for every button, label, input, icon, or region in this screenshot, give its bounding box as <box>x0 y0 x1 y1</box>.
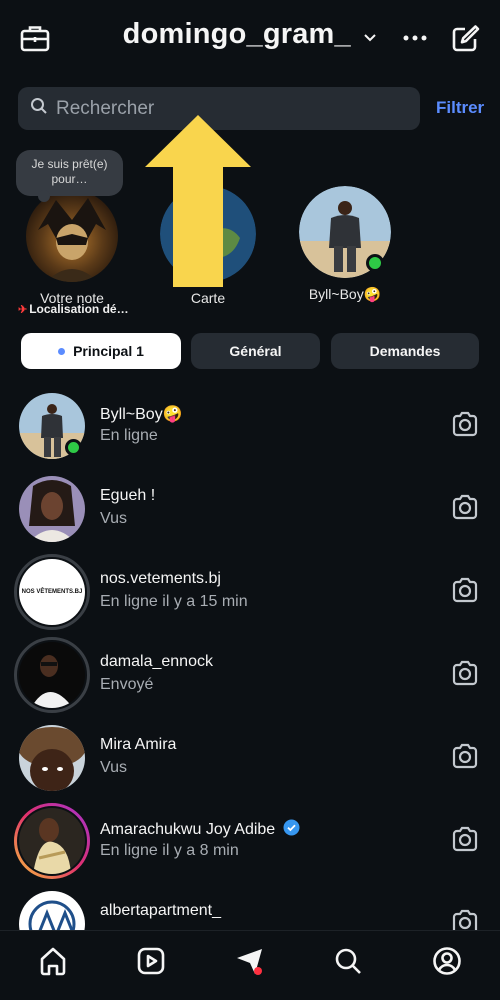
conversation-name: Egueh ! <box>100 487 156 504</box>
unread-dot <box>58 347 66 355</box>
camera-icon[interactable] <box>451 826 483 856</box>
brand-logo: NOS VÊTEMENTS.BJ <box>21 589 83 595</box>
annotation-arrow-icon <box>145 115 251 292</box>
more-icon[interactable] <box>398 24 432 52</box>
conversation-status: Vus <box>100 510 127 527</box>
list-item[interactable]: NOS VÊTEMENTS.BJ nos.vetements.bj En lig… <box>0 554 500 639</box>
note-bubble[interactable]: Je suis prêt(e) pour… <box>16 150 123 202</box>
conversation-status: En ligne il y a 8 min <box>100 842 239 859</box>
list-item[interactable]: albertapartment_ <box>0 888 500 930</box>
tab-general[interactable]: Général <box>191 333 320 369</box>
filter-button[interactable]: Filtrer <box>436 98 484 118</box>
search-icon <box>30 97 48 120</box>
conversation-name: nos.vetements.bj <box>100 570 221 587</box>
camera-icon[interactable] <box>451 577 483 607</box>
conversation-status: En ligne <box>100 427 158 444</box>
profile-icon[interactable] <box>430 944 464 978</box>
compose-icon[interactable] <box>449 22 483 54</box>
page-title[interactable]: domingo_gram_ <box>123 18 351 50</box>
story-label: Byll~Boy🤪 <box>308 286 382 302</box>
conversation-name: Byll~Boy🤪 <box>100 406 183 423</box>
avatar <box>19 476 85 542</box>
tab-label: Général <box>229 343 282 359</box>
list-item[interactable]: Egueh ! Vus <box>0 473 500 556</box>
tab-requests[interactable]: Demandes <box>331 333 479 369</box>
conversation-status: En ligne il y a 15 min <box>100 593 248 610</box>
story-label: Carte <box>190 290 226 306</box>
story-your-note[interactable]: Votre note <box>26 190 118 306</box>
list-item[interactable]: Amarachukwu Joy Adibe En ligne il y a 8 … <box>0 803 500 888</box>
avatar <box>19 393 85 459</box>
search-icon[interactable] <box>331 944 365 978</box>
conversation-name: albertapartment_ <box>100 902 221 919</box>
location-note: ✈ Localisation dé… <box>18 302 129 316</box>
story-byll-boy[interactable]: Byll~Boy🤪 <box>298 186 392 303</box>
conversation-list: Byll~Boy🤪 En ligne Egueh ! Vus NOS VÊTEM… <box>0 380 500 930</box>
conversation-status: Envoyé <box>100 676 154 693</box>
camera-icon[interactable] <box>451 743 483 773</box>
camera-icon[interactable] <box>451 494 483 524</box>
tab-label: Demandes <box>369 343 441 359</box>
conversation-status: Vus <box>100 759 127 776</box>
avatar <box>19 891 85 930</box>
avatar <box>19 642 85 708</box>
conversation-name: Amarachukwu Joy Adibe <box>100 819 300 841</box>
home-icon[interactable] <box>36 944 70 978</box>
conversation-name: damala_ennock <box>100 653 213 670</box>
camera-icon[interactable] <box>451 909 483 930</box>
list-item[interactable]: Byll~Boy🤪 En ligne <box>0 390 500 473</box>
avatar <box>299 186 391 278</box>
verified-badge-icon <box>283 819 300 841</box>
bottom-nav <box>0 930 500 1000</box>
avatar: NOS VÊTEMENTS.BJ <box>19 559 85 625</box>
chevron-down-icon[interactable] <box>363 30 377 48</box>
camera-icon[interactable] <box>451 660 483 690</box>
location-pin-icon: ✈ <box>18 304 28 316</box>
header: domingo_gram_ <box>0 0 500 78</box>
avatar <box>19 725 85 791</box>
tab-primary[interactable]: Principal 1 <box>21 333 181 369</box>
avatar <box>26 190 118 282</box>
list-item[interactable]: damala_ennock Envoyé <box>0 637 500 722</box>
reels-icon[interactable] <box>134 944 168 978</box>
tab-label: Principal 1 <box>73 343 144 359</box>
list-item[interactable]: Mira Amira Vus <box>0 722 500 805</box>
avatar <box>19 808 85 874</box>
online-indicator <box>65 439 82 456</box>
direct-messages-icon[interactable] <box>233 944 267 978</box>
online-indicator <box>366 254 384 272</box>
conversation-name: Mira Amira <box>100 736 177 753</box>
camera-icon[interactable] <box>451 411 483 441</box>
